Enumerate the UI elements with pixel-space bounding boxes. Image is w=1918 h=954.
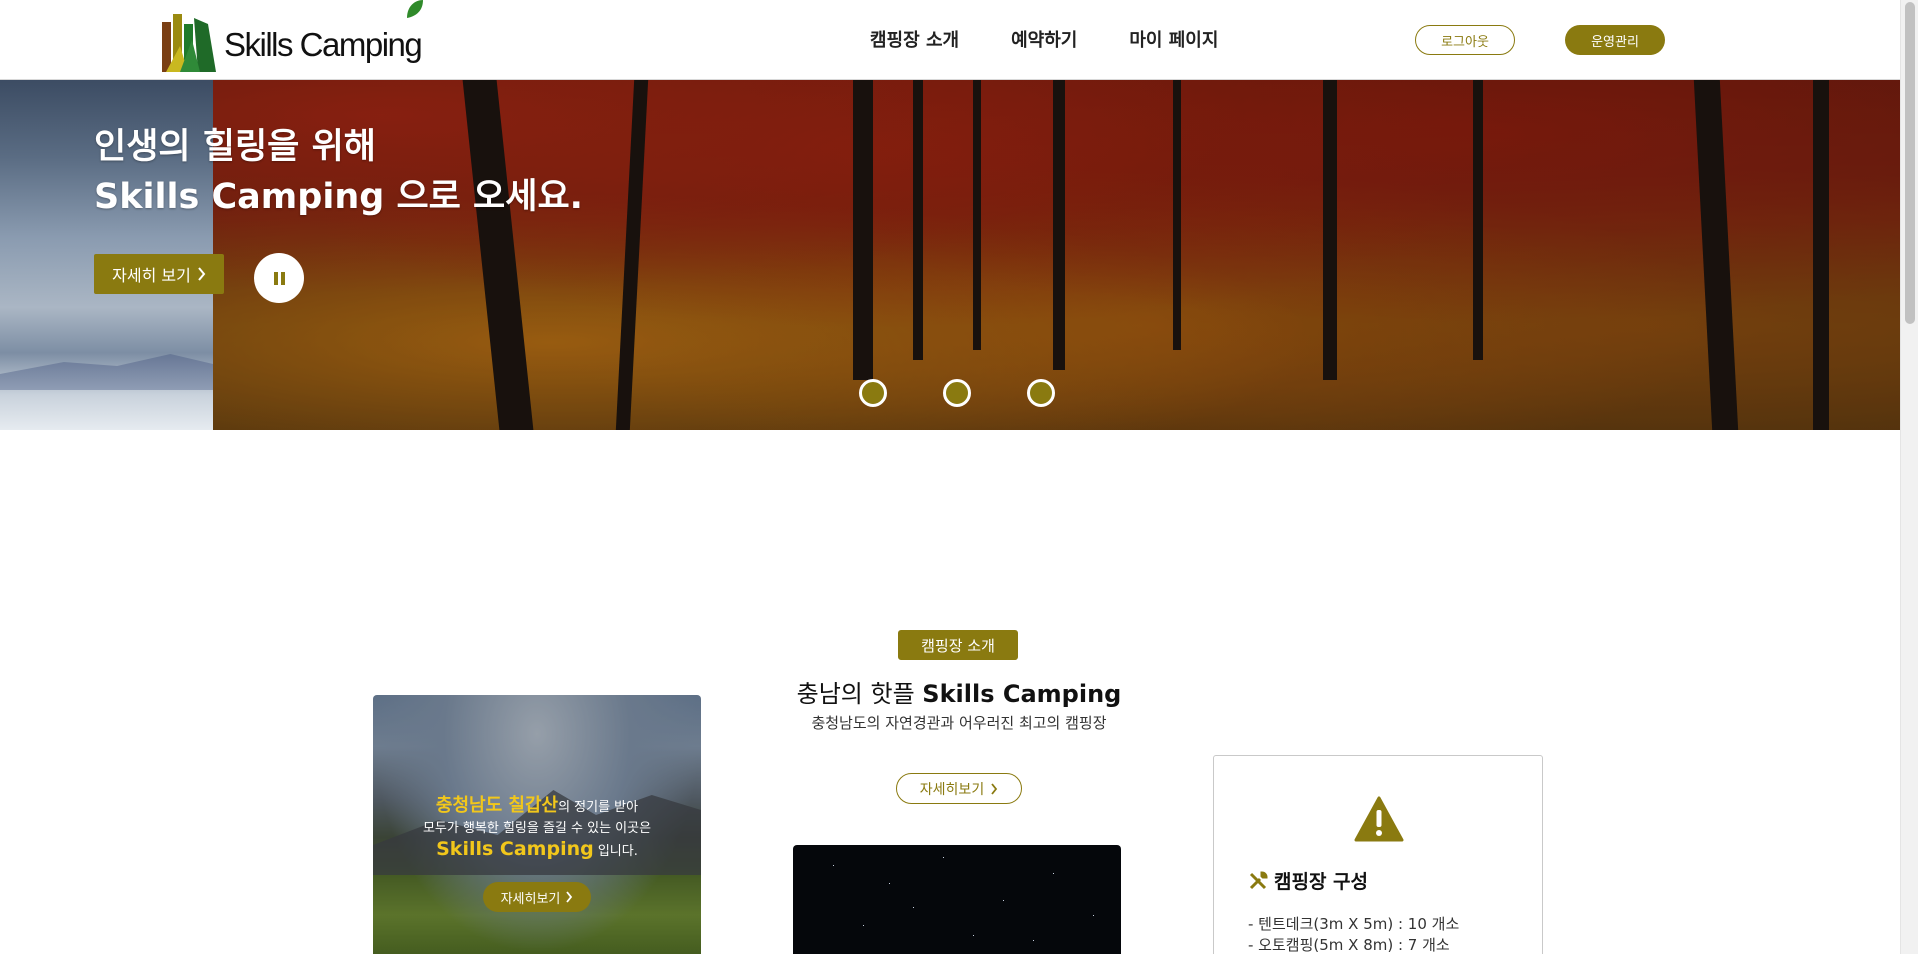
page-scrollbar[interactable] [1900,0,1918,954]
hero-title: 인생의 힐링을 위해 Skills Camping 으로 오세요. [94,122,583,222]
intro-more-button[interactable]: 자세히보기 [896,773,1022,804]
nav-item-reservation[interactable]: 예약하기 [1011,26,1077,52]
night-sky-image [793,845,1121,954]
list-item: - 텐트데크(3m X 5m) : 10 개소 [1248,915,1460,933]
camp-info-title: 캠핑장 구성 [1248,867,1368,894]
promo-card-text: 충청남도 칠갑산의 정기를 받아 모두가 행복한 힐링을 즐길 수 있는 이곳은… [373,795,701,862]
pause-icon [273,271,278,285]
promo-brand: Skills Camping [436,838,594,860]
camp-info-title-text: 캠핑장 구성 [1274,871,1369,893]
slider-pagination [859,379,1055,407]
logo-text: Skills Camping [224,26,423,63]
page: Skills Camping 캠핑장 소개 예약하기 마이 페이지 로그아웃 운… [0,0,1918,954]
warning-icon [1354,796,1404,842]
section-title-prefix: 충남의 핫플 [796,680,923,708]
chevron-right-icon [198,267,206,281]
logout-button[interactable]: 로그아웃 [1415,25,1515,55]
slider-dot-1[interactable] [859,379,887,407]
hero-detail-button[interactable]: 자세히 보기 [94,254,224,294]
promo-more-button[interactable]: 자세히보기 [483,882,591,912]
hero-detail-label: 자세히 보기 [112,266,191,285]
section-badge: 캠핑장 소개 [898,630,1018,660]
promo-line2: 모두가 행복한 힐링을 즐길 수 있는 이곳은 [422,821,652,836]
slider-pause-button[interactable] [254,253,304,303]
section-subtitle: 충청남도의 자연경관과 어우러진 최고의 캠핑장 [811,714,1107,732]
leaf-icon [407,0,424,18]
camp-info-card: 캠핑장 구성 - 텐트데크(3m X 5m) : 10 개소 - 오토캠핑(5m… [1213,755,1543,954]
site-logo[interactable]: Skills Camping [160,0,424,76]
scrollbar-thumb[interactable] [1905,2,1915,324]
promo-card: 충청남도 칠갑산의 정기를 받아 모두가 행복한 힐링을 즐길 수 있는 이곳은… [373,695,701,954]
section-title: 충남의 핫플 Skills Camping [0,674,1918,709]
logo-mark-icon [160,10,222,76]
nav-item-camp-intro[interactable]: 캠핑장 소개 [870,26,959,52]
nav-item-my-page[interactable]: 마이 페이지 [1129,26,1218,52]
chevron-right-icon [991,782,998,795]
hero-slider: 인생의 힐링을 위해 Skills Camping 으로 오세요. 자세히 보기 [0,80,1900,430]
promo-highlight: 충청남도 칠갑산 [435,795,559,816]
main-nav: 캠핑장 소개 예약하기 마이 페이지 [870,26,1218,52]
slider-dot-2[interactable] [943,379,971,407]
intro-more-label: 자세히보기 [919,781,985,798]
hero-title-line1: 인생의 힐링을 위해 [94,127,376,167]
admin-button[interactable]: 운영관리 [1565,25,1665,55]
slider-dot-3[interactable] [1027,379,1055,407]
list-item: - 오토캠핑(5m X 8m) : 7 개소 [1248,936,1450,954]
promo-line3: 입니다. [593,844,638,859]
promo-line1: 의 정기를 받아 [558,800,639,815]
section-title-brand: Skills Camping [922,680,1122,708]
hero-title-line2: Skills Camping 으로 오세요. [94,177,583,217]
camp-info-list: - 텐트데크(3m X 5m) : 10 개소 - 오토캠핑(5m X 8m) … [1248,914,1459,954]
site-header: Skills Camping 캠핑장 소개 예약하기 마이 페이지 로그아웃 운… [0,0,1900,80]
tools-icon [1249,870,1268,889]
chevron-right-icon [566,891,573,903]
promo-more-label: 자세히보기 [500,891,561,907]
